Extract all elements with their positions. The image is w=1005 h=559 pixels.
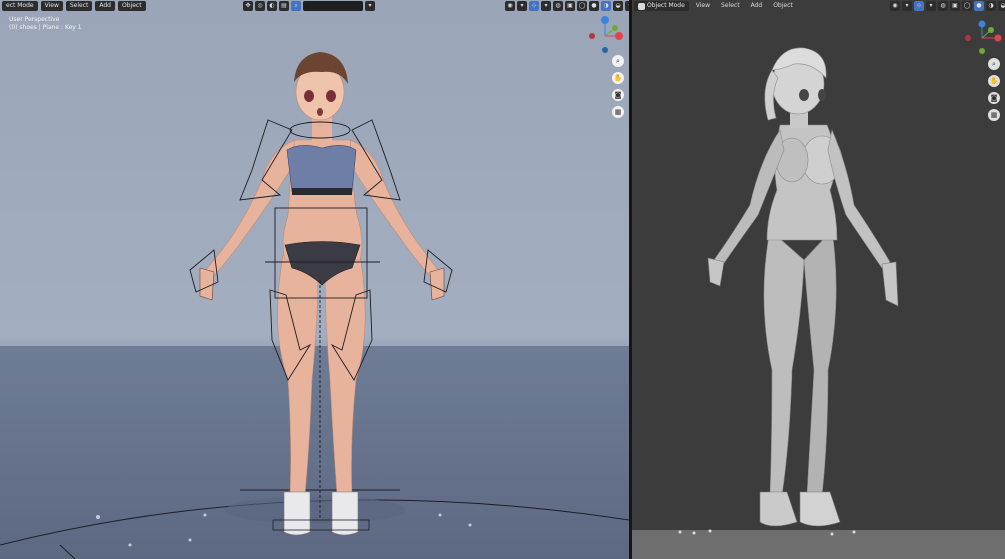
- dropdown-chevron-icon[interactable]: ▾: [902, 1, 912, 11]
- mode-selector[interactable]: ect Mode: [2, 1, 38, 11]
- menu-object[interactable]: Object: [118, 1, 146, 11]
- wireframe-shading-icon[interactable]: ◯: [577, 1, 587, 11]
- object-mode-icon: [638, 2, 645, 10]
- left-viewport[interactable]: ect Mode View Select Add Object ✥ ◎ ◐ ▤ …: [0, 0, 629, 559]
- hand-icon[interactable]: ✋: [988, 75, 1000, 87]
- transform-pivot-icon[interactable]: ✥: [243, 1, 253, 11]
- camera-icon[interactable]: ◙: [988, 92, 1000, 104]
- dropdown-chevron-icon[interactable]: ▾: [517, 1, 527, 11]
- solid-shading-icon[interactable]: ●: [589, 1, 599, 11]
- right-toolbar: ◉ ▾ ⊹ ▾ ◍ ▣ ◯ ● ◑ ◒: [890, 1, 1005, 11]
- left-center-toolbar: ✥ ◎ ◐ ▤ ⌕ ▾: [243, 1, 375, 11]
- zoom-icon[interactable]: ⌕: [612, 55, 624, 67]
- menu-add[interactable]: Add: [747, 1, 767, 11]
- search-input[interactable]: [303, 1, 363, 11]
- right-nav-buttons: ⌕ ✋ ◙ ▦: [988, 58, 1000, 121]
- visibility-icon[interactable]: ◉: [890, 1, 900, 11]
- character-model-right: [678, 47, 899, 536]
- proportional-icon[interactable]: ◐: [267, 1, 277, 11]
- menu-select[interactable]: Select: [65, 1, 93, 11]
- object-search-icon[interactable]: ⌕: [291, 1, 301, 11]
- menu-select[interactable]: Select: [717, 1, 744, 11]
- viewport-info: User Perspective (0) shoes | Plane : Key…: [9, 16, 82, 32]
- visibility-icon[interactable]: ◉: [505, 1, 515, 11]
- rendered-shading-icon[interactable]: ◒: [998, 1, 1005, 11]
- overlay-dropdown-icon[interactable]: ▾: [541, 1, 551, 11]
- mode-label: ect Mode: [6, 2, 34, 9]
- menu-add[interactable]: Add: [95, 1, 115, 11]
- character-model-left: [0, 52, 629, 559]
- gizmo-toggle-icon[interactable]: ⊹: [529, 1, 539, 11]
- overlay-icon[interactable]: ◍: [938, 1, 948, 11]
- hand-icon[interactable]: ✋: [612, 72, 624, 84]
- grid-icon[interactable]: ▦: [988, 109, 1000, 121]
- object-info-label: (0) shoes | Plane : Key 1: [9, 24, 82, 31]
- camera-icon[interactable]: ◙: [612, 89, 624, 101]
- grid-icon[interactable]: ▦: [612, 106, 624, 118]
- dropdown-icon[interactable]: ▾: [365, 1, 375, 11]
- xray-icon[interactable]: ▣: [950, 1, 960, 11]
- menu-view[interactable]: View: [40, 1, 63, 11]
- wireframe-shading-icon[interactable]: ◯: [962, 1, 972, 11]
- right-viewport[interactable]: Object Mode View Select Add Object ◉ ▾ ⊹…: [632, 0, 1005, 559]
- filter-icon[interactable]: ▤: [279, 1, 289, 11]
- overlay-dropdown-icon[interactable]: ▾: [926, 1, 936, 11]
- material-shading-icon[interactable]: ◑: [986, 1, 996, 11]
- mode-selector[interactable]: Object Mode: [634, 1, 689, 11]
- snap-icon[interactable]: ◎: [255, 1, 265, 11]
- zoom-icon[interactable]: ⌕: [988, 58, 1000, 70]
- left-nav-buttons: ⌕ ✋ ◙ ▦: [612, 55, 624, 118]
- solid-shading-icon[interactable]: ●: [974, 1, 984, 11]
- overlay-icon[interactable]: ◍: [553, 1, 563, 11]
- navigation-gizmo[interactable]: [965, 20, 1005, 60]
- menu-object[interactable]: Object: [769, 1, 797, 11]
- left-right-toolbar: ◉ ▾ ⊹ ▾ ◍ ▣ ◯ ● ◑ ◒ ▾: [505, 1, 629, 11]
- perspective-label: User Perspective: [9, 16, 60, 23]
- material-shading-icon[interactable]: ◑: [601, 1, 611, 11]
- menu-view[interactable]: View: [692, 1, 714, 11]
- mode-label: Object Mode: [647, 2, 685, 9]
- xray-icon[interactable]: ▣: [565, 1, 575, 11]
- navigation-gizmo[interactable]: [588, 14, 628, 54]
- rendered-shading-icon[interactable]: ◒: [613, 1, 623, 11]
- gizmo-toggle-icon[interactable]: ⊹: [914, 1, 924, 11]
